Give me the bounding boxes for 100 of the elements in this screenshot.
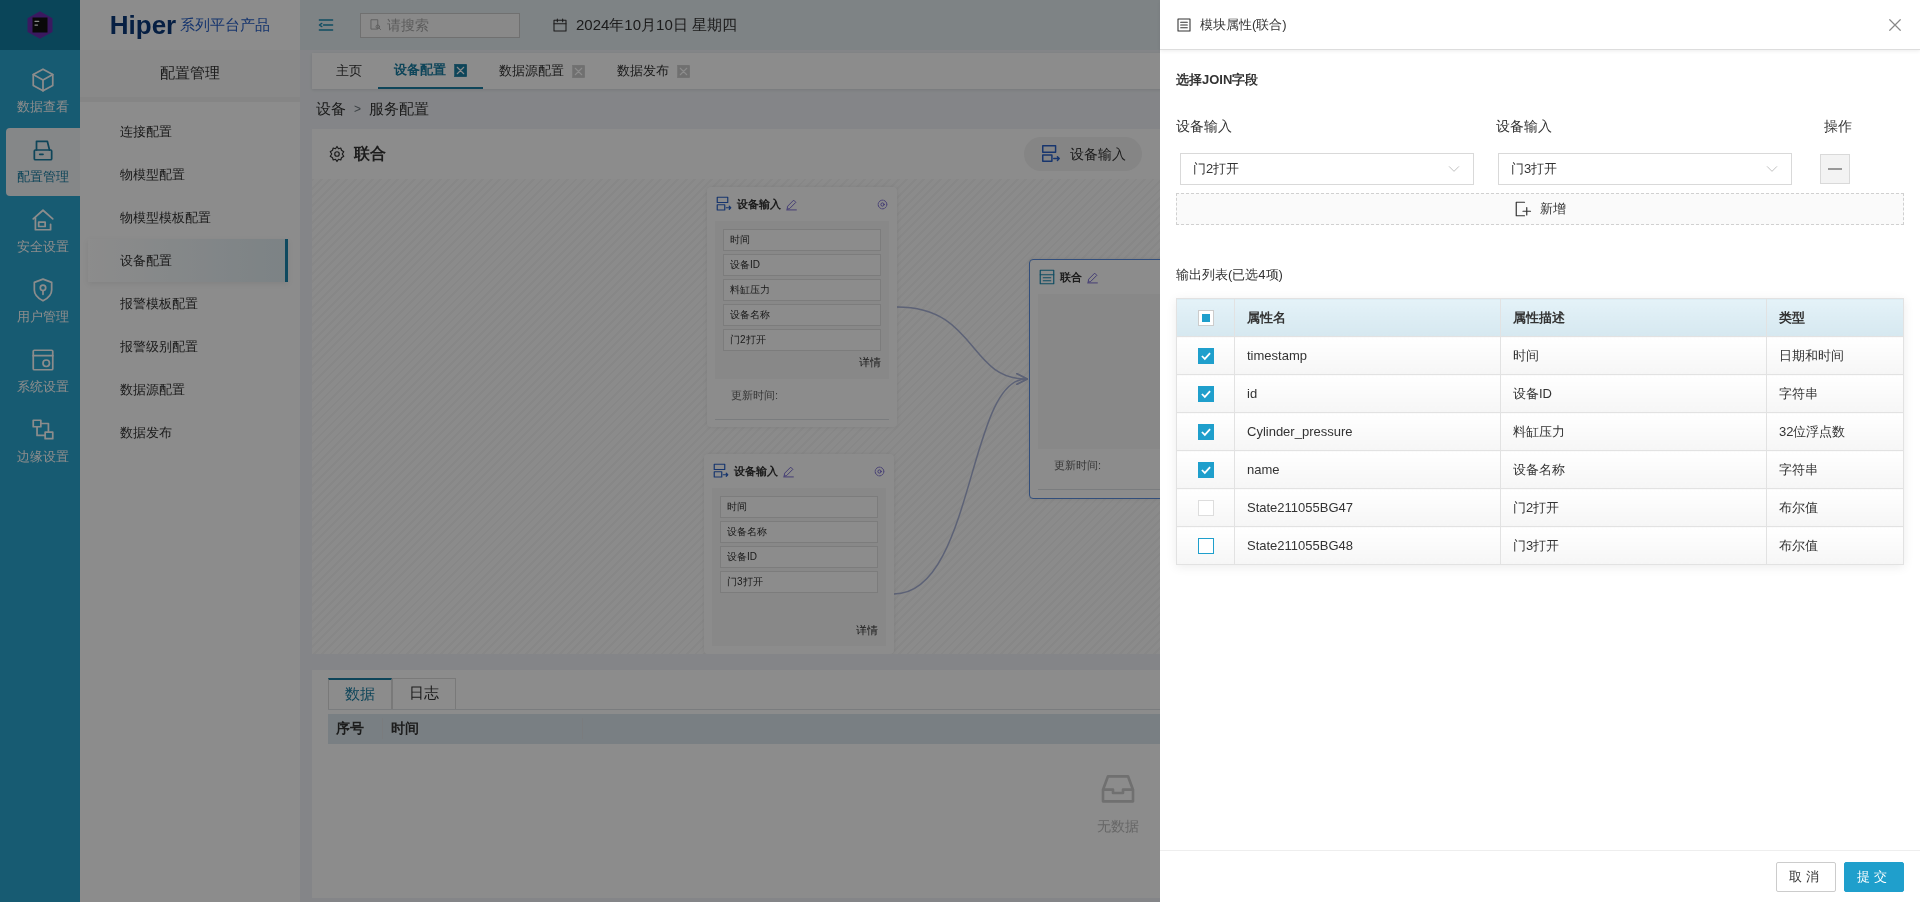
menu-item[interactable]: 报警级别配置 [88, 325, 288, 368]
node-title: 联合 [1060, 269, 1082, 285]
tab[interactable]: 设备配置 [378, 53, 483, 89]
cube-icon [30, 67, 56, 94]
detail-link[interactable]: 详情 [856, 621, 878, 638]
column-header: 设备输入 [1176, 116, 1233, 136]
brand-tagline: 系列平台产品 [180, 14, 271, 35]
search-icon [369, 18, 383, 32]
server-icon [712, 462, 730, 480]
table-cell: 布尔值 [1766, 488, 1904, 527]
table-cell: 设备名称 [1500, 450, 1767, 489]
node-field: 门3打开 [720, 571, 878, 593]
node-field: 设备ID [723, 254, 881, 276]
column-header: 序号 [328, 718, 383, 739]
node-field: 时间 [723, 229, 881, 251]
table-cell: 门2打开 [1500, 488, 1767, 527]
drawer-title: 模块属性(联合) [1200, 15, 1287, 34]
select-field[interactable]: 门2打开 [1180, 152, 1474, 185]
breadcrumb-item: 服务配置 [369, 98, 429, 119]
menu-item[interactable]: 数据发布 [88, 411, 288, 454]
tab[interactable]: 数据 [328, 678, 392, 709]
breadcrumb-separator: > [354, 101, 361, 118]
node-title: 设备输入 [737, 196, 781, 212]
tab[interactable]: 主页 [320, 53, 378, 89]
submit-button[interactable]: 提交 [1844, 861, 1904, 892]
tab[interactable]: 数据源配置 [483, 53, 601, 89]
select-field[interactable]: 门3打开 [1498, 152, 1792, 185]
node-field: 设备ID [720, 546, 878, 568]
table-cell: 料缸压力 [1500, 412, 1767, 451]
checkbox[interactable] [1197, 462, 1214, 479]
table-cell: timestamp [1234, 336, 1501, 375]
brand-logo: Hiper [109, 8, 177, 42]
table-cell: Cylinder_pressure [1234, 412, 1501, 451]
pencil-icon[interactable] [782, 464, 795, 478]
checkbox[interactable] [1197, 310, 1214, 327]
house-icon [30, 207, 56, 234]
add-icon [1514, 199, 1532, 218]
close-icon[interactable] [454, 63, 467, 77]
browser-gear-icon [30, 347, 56, 374]
menu-item[interactable]: 报警模板配置 [88, 282, 288, 325]
canvas-title: 联合 [354, 144, 386, 164]
menu-item[interactable]: 数据源配置 [88, 368, 288, 411]
close-icon[interactable] [677, 64, 690, 78]
table-cell: State211055BG47 [1234, 488, 1501, 527]
column-header: 设备输入 [1496, 116, 1553, 136]
table-cell: 字符串 [1766, 374, 1904, 413]
table-cell: 时间 [1500, 336, 1767, 375]
date-text: 2024年10月10日 星期四 [576, 14, 737, 35]
menu-item[interactable]: 设备配置 [88, 239, 288, 282]
device-icon [30, 137, 56, 164]
logo-icon [25, 10, 55, 40]
checkbox[interactable] [1197, 538, 1214, 555]
table-cell: 日期和时间 [1766, 336, 1904, 375]
shield-icon [30, 277, 56, 304]
backdrop-overlay[interactable] [0, 0, 1160, 902]
pencil-icon[interactable] [785, 197, 798, 211]
server-icon [1040, 143, 1062, 165]
column-header: 属性名 [1234, 298, 1501, 337]
table-cell: 字符串 [1766, 450, 1904, 489]
detail-link[interactable]: 详情 [859, 354, 881, 371]
close-icon[interactable] [572, 64, 585, 78]
remove-button[interactable] [1820, 153, 1850, 184]
node-field: 门2打开 [723, 329, 881, 351]
checkbox[interactable] [1197, 348, 1214, 365]
menu-item[interactable]: 物模型配置 [88, 153, 288, 196]
gear-icon[interactable] [873, 464, 886, 478]
column-header: 类型 [1766, 298, 1904, 337]
node-card[interactable]: 设备输入 时间 设备名称 设备ID 门3打开 详情 [704, 454, 894, 654]
rail-item[interactable]: 配置管理 [6, 128, 80, 196]
node-field: 时间 [720, 496, 878, 518]
table-cell: 布尔值 [1766, 526, 1904, 565]
breadcrumb-item[interactable]: 设备 [316, 97, 346, 121]
node-card[interactable]: 设备输入 时间 设备ID 料缸压力 设备名称 门2打开 详情 更新时间: [707, 187, 897, 427]
column-header: 时间 [383, 718, 583, 739]
gear-icon [328, 145, 346, 163]
node-field: 设备名称 [723, 304, 881, 326]
table-icon [1038, 268, 1056, 286]
table-cell: State211055BG48 [1234, 526, 1501, 565]
section-title: 选择JOIN字段 [1176, 71, 1260, 89]
gear-icon[interactable] [876, 197, 889, 211]
checkbox[interactable] [1197, 386, 1214, 403]
tab[interactable]: 数据发布 [601, 53, 706, 89]
checkbox[interactable] [1197, 424, 1214, 441]
table-cell: 32位浮点数 [1766, 412, 1904, 451]
menu-item[interactable]: 物模型模板配置 [88, 196, 288, 239]
menu-item[interactable]: 连接配置 [88, 110, 288, 153]
tab[interactable]: 日志 [392, 678, 456, 709]
node-field: 设备名称 [720, 521, 878, 543]
pencil-icon[interactable] [1086, 270, 1099, 284]
add-button[interactable]: 新增 [1176, 192, 1904, 225]
calendar-icon [552, 17, 568, 33]
column-header: 操作 [1824, 116, 1852, 136]
node-title: 设备输入 [734, 463, 778, 479]
table-cell: 设备ID [1500, 374, 1767, 413]
toolbar-item[interactable]: 设备输入 [1024, 137, 1142, 171]
table-cell: 门3打开 [1500, 526, 1767, 565]
cancel-button[interactable]: 取消 [1776, 861, 1836, 892]
node-field: 料缸压力 [723, 279, 881, 301]
list-icon [1176, 16, 1192, 33]
update-time-label: 更新时间: [715, 378, 889, 420]
